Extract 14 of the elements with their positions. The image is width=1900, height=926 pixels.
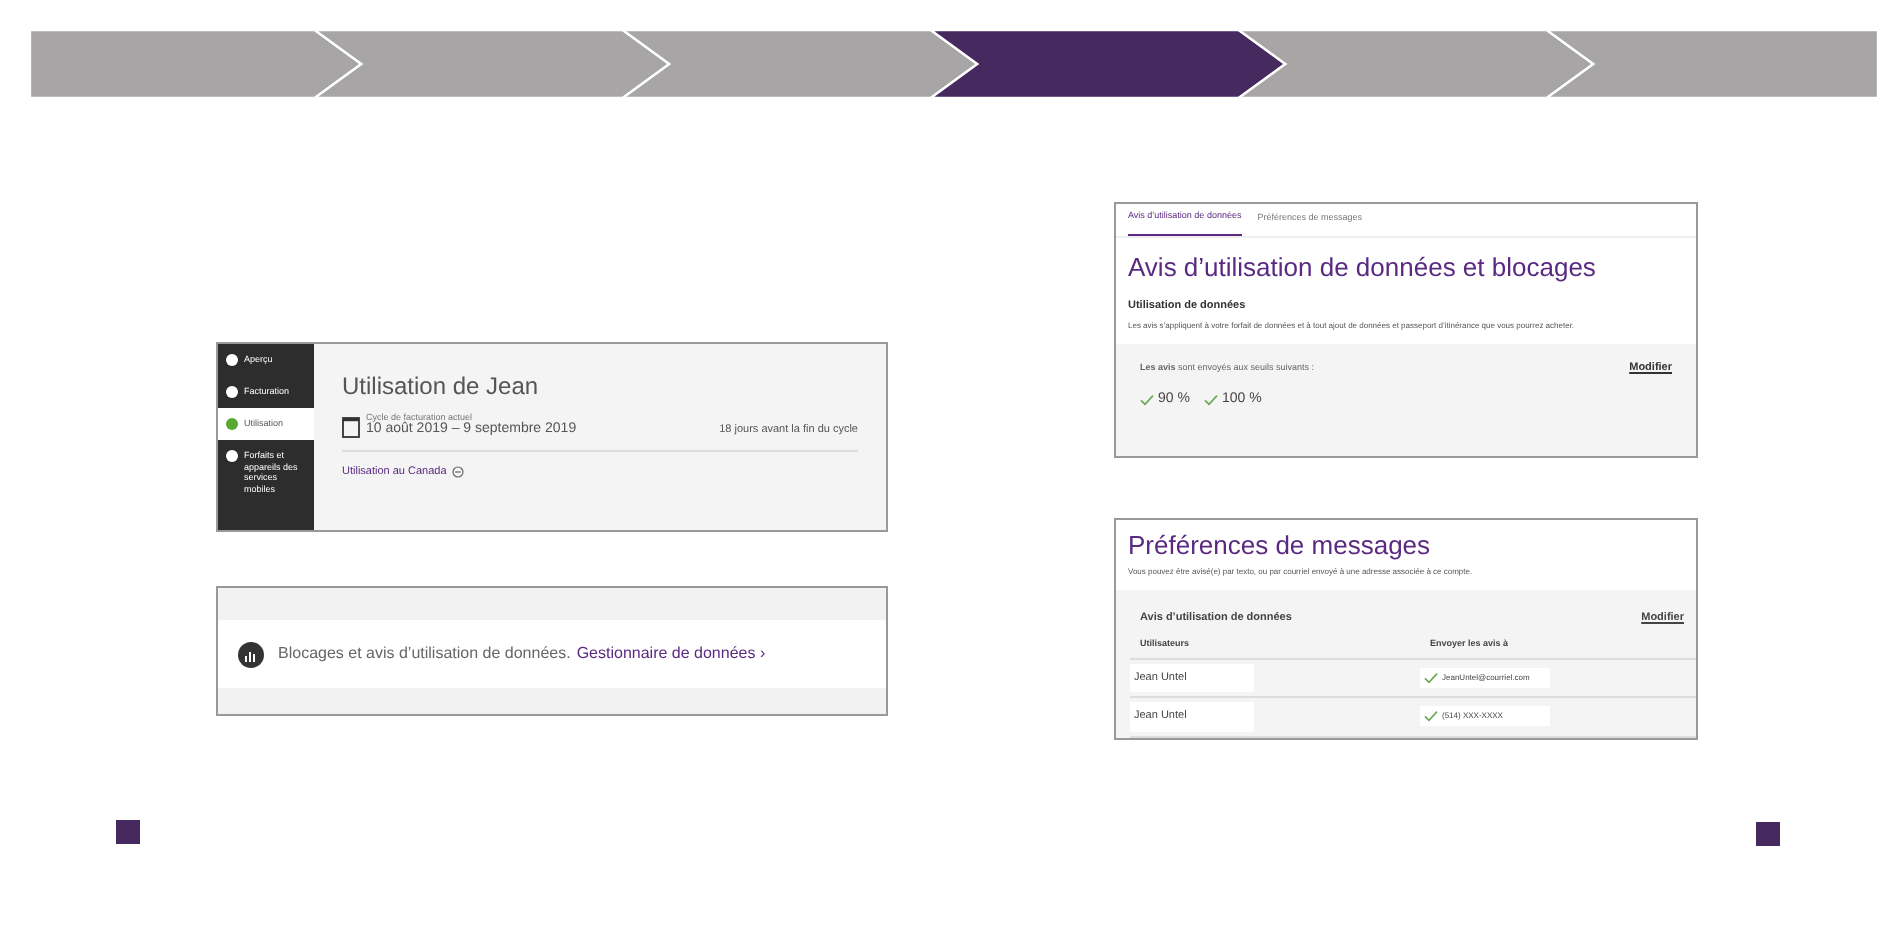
- chart-icon: [238, 641, 264, 667]
- sidebar-icon: [226, 450, 238, 462]
- calendar-icon: [342, 416, 360, 438]
- banner-text: Blocages et avis d’utilisation de données.: [278, 642, 571, 666]
- collapse-icon[interactable]: [452, 466, 465, 479]
- notifications-title: Avis d’utilisation de données et blocages: [1126, 252, 1598, 282]
- sidebar-icon: [226, 386, 238, 398]
- preferences-title: Préférences de messages: [1126, 530, 1433, 560]
- sidebar-icon: [226, 354, 238, 366]
- usage-title: Utilisation de Jean: [342, 372, 541, 400]
- page-marker: [116, 820, 140, 844]
- data-manager-link[interactable]: Gestionnaire de données ›: [576, 642, 766, 666]
- sidebar-icon: [226, 418, 238, 430]
- page-marker: [1756, 822, 1780, 846]
